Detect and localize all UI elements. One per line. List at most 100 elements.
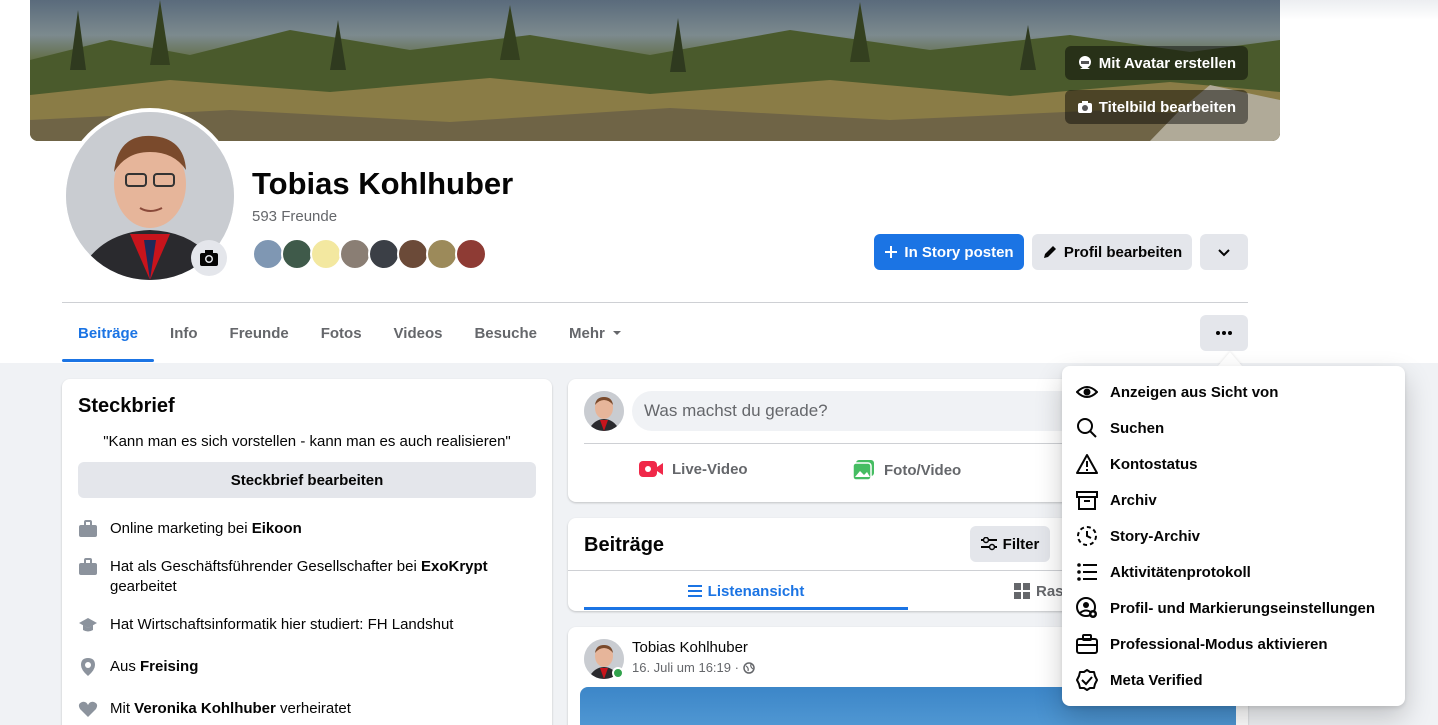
post-author-name[interactable]: Tobias Kohlhuber	[632, 639, 748, 656]
friend-avatar[interactable]	[281, 238, 313, 270]
tab-posts[interactable]: Beiträge	[62, 304, 155, 362]
menu-item-label: Meta Verified	[1110, 671, 1203, 689]
list-icon	[1077, 563, 1097, 581]
menu-item-archive[interactable]: Archiv	[1070, 482, 1397, 518]
friends-count[interactable]: 593 Freunde	[252, 208, 337, 225]
heart-icon	[78, 701, 98, 717]
menu-item-label: Kontostatus	[1110, 455, 1198, 473]
menu-item-search[interactable]: Suchen	[1070, 410, 1397, 446]
caret-down-icon	[612, 331, 621, 335]
update-profile-picture-button[interactable]	[191, 240, 227, 276]
graduation-cap-icon	[79, 618, 97, 632]
search-icon	[1077, 418, 1097, 438]
edit-bio-button[interactable]: Steckbrief bearbeiten	[78, 462, 536, 498]
post-meta: 16. Juli um 16:19 ·	[632, 660, 755, 675]
briefcase-icon	[79, 520, 97, 537]
friend-avatar[interactable]	[339, 238, 371, 270]
grid-icon	[1014, 583, 1030, 599]
top-fade	[1280, 0, 1438, 20]
briefcase-icon	[1076, 634, 1098, 654]
tab-photos[interactable]: Fotos	[305, 304, 378, 362]
globe-icon	[743, 661, 755, 674]
friend-avatar[interactable]	[426, 238, 458, 270]
add-to-story-label: In Story posten	[904, 243, 1014, 261]
camera-icon	[1077, 101, 1092, 113]
live-video-button[interactable]: Live-Video	[638, 459, 748, 479]
friend-avatars	[252, 238, 487, 270]
menu-item-account-status[interactable]: Kontostatus	[1070, 446, 1397, 482]
filter-icon	[980, 537, 997, 551]
tab-videos[interactable]: Videos	[378, 304, 459, 362]
tab-more-label: Mehr	[569, 324, 605, 342]
profile-options-dropdown[interactable]	[1200, 234, 1248, 270]
menu-item-view-as[interactable]: Anzeigen aus Sicht von	[1070, 374, 1397, 410]
menu-item-label: Archiv	[1110, 491, 1157, 509]
tab-friends[interactable]: Freunde	[214, 304, 305, 362]
tab-about[interactable]: Info	[154, 304, 214, 362]
intro-work-row: Online marketing bei Eikoon	[78, 519, 518, 539]
edit-cover-button[interactable]: Titelbild bearbeiten	[1064, 90, 1248, 124]
menu-item-label: Professional-Modus aktivieren	[1110, 635, 1328, 653]
verified-badge-icon	[1076, 669, 1098, 691]
friend-avatar[interactable]	[397, 238, 429, 270]
intro-work-text: Online marketing bei Eikoon	[110, 520, 302, 537]
more-options-button[interactable]	[1200, 315, 1248, 351]
menu-item-story-archive[interactable]: Story-Archiv	[1070, 518, 1397, 554]
online-status-dot	[612, 667, 624, 679]
add-to-story-button[interactable]: In Story posten	[874, 234, 1024, 270]
filter-button[interactable]: Filter	[970, 526, 1050, 562]
menu-caret	[1218, 352, 1242, 366]
plus-icon	[885, 246, 898, 258]
composer-avatar[interactable]	[584, 391, 624, 431]
profile-tabs: Beiträge Info Freunde Fotos Videos Besuc…	[62, 304, 639, 362]
menu-item-label: Aktivitätenprotokoll	[1110, 563, 1251, 581]
intro-card: Steckbrief "Kann man es sich vorstellen …	[62, 379, 552, 725]
location-pin-icon	[81, 658, 95, 676]
friend-avatar[interactable]	[310, 238, 342, 270]
edit-cover-label: Titelbild bearbeiten	[1098, 98, 1236, 116]
list-view-label: Listenansicht	[707, 582, 805, 600]
menu-item-activity-log[interactable]: Aktivitätenprotokoll	[1070, 554, 1397, 590]
intro-relationship-text: Mit Veronika Kohlhuber verheiratet	[110, 700, 351, 717]
more-options-menu: Anzeigen aus Sicht von Suchen Kontostatu…	[1062, 366, 1405, 706]
menu-item-label: Suchen	[1110, 419, 1165, 437]
ellipsis-icon	[1216, 331, 1232, 335]
friend-avatar[interactable]	[368, 238, 400, 270]
intro-work-row: Hat als Geschäftsführender Gesellschafte…	[78, 557, 518, 597]
tab-more[interactable]: Mehr	[553, 304, 639, 362]
briefcase-icon	[79, 558, 97, 575]
list-view-tab[interactable]: Listenansicht	[584, 572, 908, 610]
menu-item-meta-verified[interactable]: Meta Verified	[1070, 662, 1397, 698]
edit-profile-button[interactable]: Profil bearbeiten	[1032, 234, 1192, 270]
profile-name: Tobias Kohlhuber	[252, 166, 514, 201]
avatar-icon	[1078, 56, 1091, 69]
list-icon	[687, 585, 702, 597]
menu-item-professional-mode[interactable]: Professional-Modus aktivieren	[1070, 626, 1397, 662]
tab-check-ins[interactable]: Besuche	[458, 304, 553, 362]
bio-text: "Kann man es sich vorstellen - kann man …	[103, 433, 511, 450]
post-timestamp[interactable]: 16. Juli um 16:19 ·	[632, 660, 739, 675]
filter-label: Filter	[1002, 535, 1040, 553]
create-avatar-button[interactable]: Mit Avatar erstellen	[1064, 46, 1248, 80]
camera-icon	[200, 250, 218, 266]
photo-icon	[852, 460, 874, 481]
story-archive-icon	[1077, 526, 1097, 546]
menu-item-label: Story-Archiv	[1110, 527, 1201, 545]
live-video-icon	[639, 461, 663, 477]
intro-title: Steckbrief	[78, 395, 175, 417]
eye-icon	[1076, 386, 1098, 398]
photo-video-button[interactable]: Foto/Video	[852, 459, 961, 481]
friend-avatar[interactable]	[252, 238, 284, 270]
edit-profile-label: Profil bearbeiten	[1063, 243, 1183, 261]
cover-photo[interactable]: Mit Avatar erstellen Titelbild bearbeite…	[30, 0, 1280, 141]
menu-item-profile-settings[interactable]: Profil- und Markierungseinstellungen	[1070, 590, 1397, 626]
intro-education-row: Hat Wirtschaftsinformatik hier studiert:…	[78, 615, 518, 635]
photo-video-label: Foto/Video	[884, 461, 962, 479]
profile-settings-icon	[1076, 597, 1097, 618]
menu-item-label: Anzeigen aus Sicht von	[1110, 383, 1279, 401]
intro-work-text: Hat als Geschäftsführender Gesellschafte…	[110, 558, 488, 595]
friend-avatar[interactable]	[455, 238, 487, 270]
header-divider	[62, 302, 1248, 303]
chevron-down-icon	[1218, 249, 1230, 257]
archive-icon	[1076, 491, 1098, 510]
